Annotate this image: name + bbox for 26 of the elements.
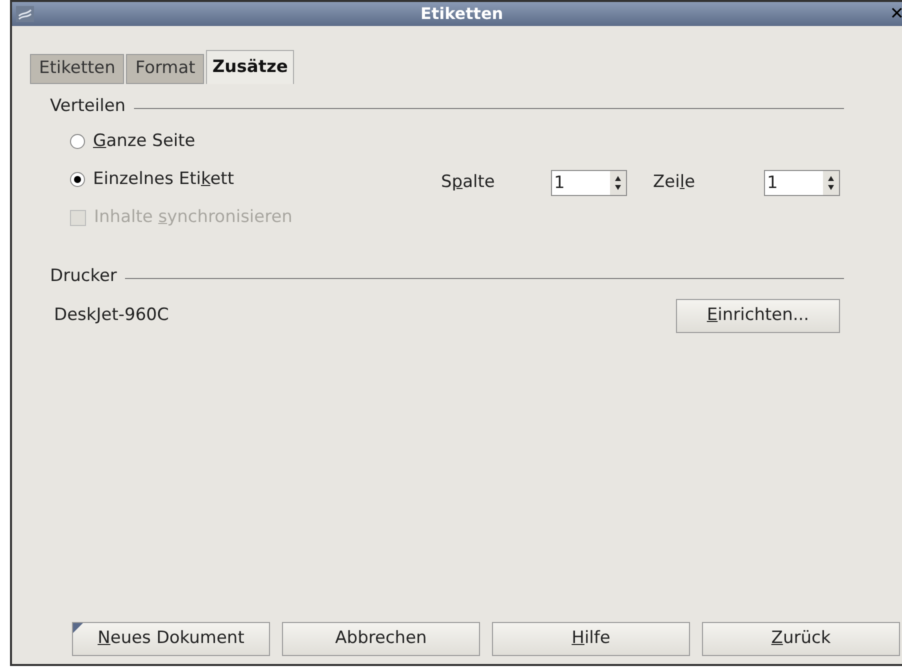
tab[interactable]: Zusätze — [206, 50, 294, 84]
dialog-button[interactable]: Zurück — [702, 622, 900, 656]
dialog-button[interactable]: Abbrechen — [282, 622, 480, 656]
radio-button[interactable] — [70, 172, 85, 187]
dialog-button[interactable]: Hilfe — [492, 622, 690, 656]
printer-name: DeskJet-960C — [54, 304, 170, 328]
option-label: Einzelnes Etikett — [93, 168, 234, 191]
option-label: Ganze Seite — [93, 130, 196, 153]
default-corner-icon — [73, 623, 83, 633]
spinner-label: Spalte — [441, 170, 496, 194]
dialog-button[interactable]: Neues Dokument — [72, 622, 270, 656]
group-heading: Verteilen — [50, 95, 126, 118]
tab[interactable]: Format — [126, 54, 204, 84]
number-field[interactable]: 1 — [764, 170, 840, 196]
number-field[interactable]: 1 — [551, 170, 627, 196]
radio-button[interactable] — [70, 134, 85, 149]
spinner-label: Zeile — [653, 170, 696, 194]
group-heading: Drucker — [50, 264, 117, 288]
tab[interactable]: Etiketten — [30, 54, 124, 84]
spin-arrows-icon[interactable] — [610, 170, 626, 194]
app-icon — [16, 6, 34, 22]
window-title: Etiketten — [420, 3, 504, 25]
spin-arrows-icon[interactable] — [823, 170, 839, 194]
close-button[interactable]: ✕ — [890, 6, 902, 22]
option-label: Inhalte synchronisieren — [94, 206, 292, 229]
setup-button[interactable]: Einrichten... — [676, 299, 840, 333]
